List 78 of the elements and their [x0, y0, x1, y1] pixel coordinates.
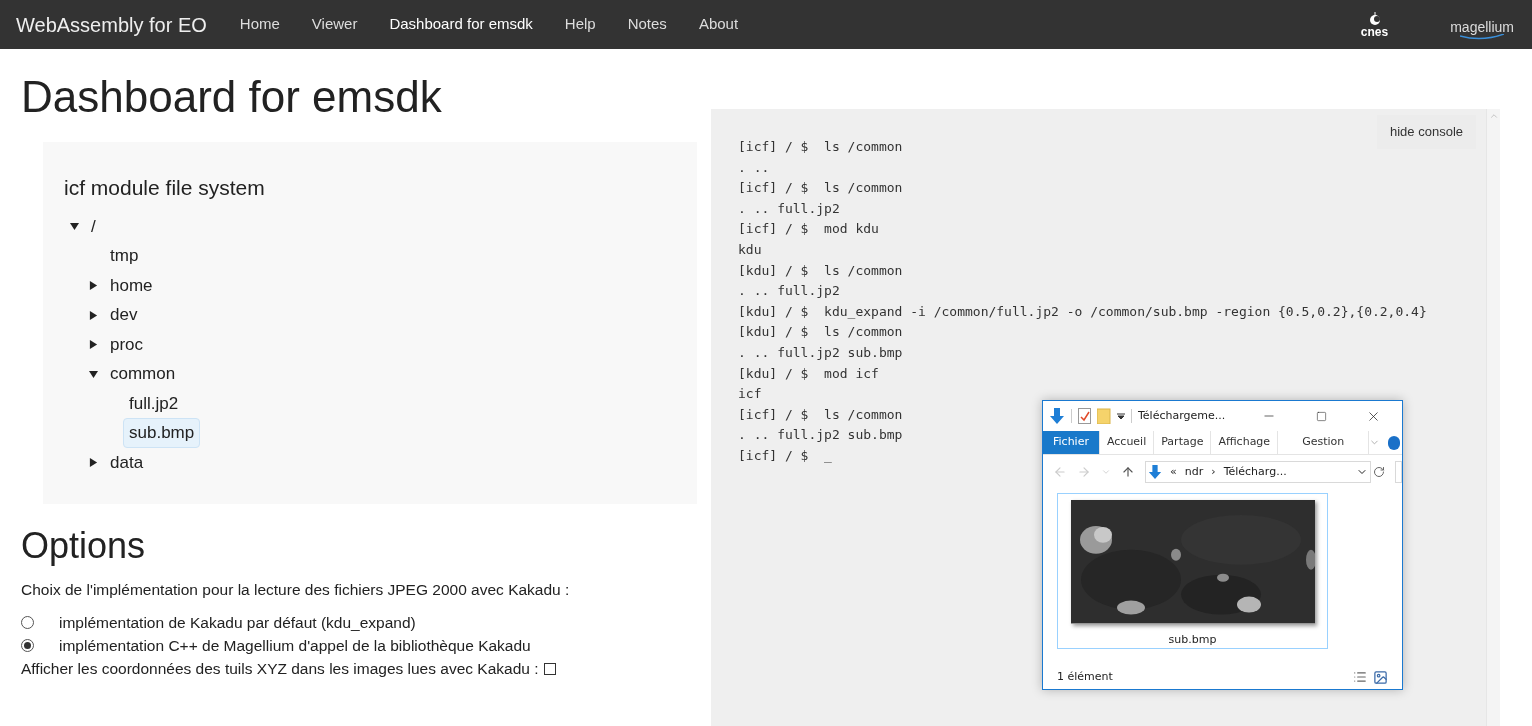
console-output: . .. full.jp2 [738, 282, 840, 301]
ribbon-tab[interactable]: Fichier [1043, 431, 1100, 454]
ribbon-tab[interactable]: Accueil [1099, 431, 1155, 454]
maximize-icon[interactable] [1315, 410, 1327, 422]
ribbon-tab[interactable]: Gestion [1278, 431, 1370, 454]
scrollbar[interactable] [1486, 109, 1500, 726]
ribbon-tab[interactable]: Affichage [1211, 431, 1279, 454]
checklist-icon[interactable] [1078, 408, 1091, 424]
dropdown-caret-icon[interactable] [1117, 412, 1125, 420]
collapsed-caret-icon[interactable] [89, 458, 98, 468]
tree-item[interactable]: home [104, 270, 159, 301]
console-line: [icf] / $ ls /common [738, 179, 903, 198]
expanded-caret-icon[interactable] [89, 369, 98, 379]
ribbon-tab[interactable]: Partage [1154, 431, 1212, 454]
tree-item[interactable]: common [104, 359, 182, 389]
help-icon[interactable] [1388, 435, 1400, 450]
status-text: 1 élément [1057, 668, 1113, 685]
expanded-caret-icon[interactable] [70, 222, 79, 232]
console-line: [icf] / $ ls /common [738, 138, 903, 156]
collapsed-caret-icon[interactable] [89, 340, 98, 350]
console-output: kdu [738, 240, 762, 259]
console-output: . .. full.jp2 sub.bmp [738, 426, 903, 445]
tree-item[interactable]: tmp [104, 241, 145, 271]
tree-item[interactable]: data [104, 447, 150, 478]
console-line: [kdu] / $ mod icf [738, 364, 879, 383]
thumbnail-view-icon[interactable] [1373, 669, 1388, 685]
tree-item[interactable]: dev [104, 300, 144, 330]
section-title: Options [21, 526, 147, 566]
radio-label[interactable]: implémentation de Kakadu par défaut (kdu_expand) [59, 611, 416, 635]
tree-item[interactable]: proc [104, 329, 150, 360]
breadcrumb-segment[interactable]: ndr [1184, 463, 1204, 481]
nav-link[interactable]: Dashboard for emsdk [373, 13, 549, 36]
panel-title: icf module file system [64, 175, 266, 202]
nav-link[interactable]: About [682, 13, 755, 36]
logo-text: magellium [1450, 19, 1514, 34]
breadcrumb-segment[interactable]: « [1170, 463, 1177, 481]
nav-link[interactable]: Viewer [295, 13, 374, 36]
radio-button[interactable] [21, 616, 34, 630]
window-title: Téléchargeme... [1138, 407, 1226, 424]
file-name: sub.bmp [1168, 631, 1217, 648]
nav-link[interactable]: Home [223, 13, 296, 36]
console-output: . .. [738, 158, 770, 177]
nav-link[interactable]: Help [548, 13, 612, 36]
collapsed-caret-icon[interactable] [89, 310, 98, 320]
console-line: [kdu] / $ ls /common [738, 261, 903, 280]
checkbox-label: Afficher les coordonnées des tuils XYZ dans les images lues avec Kakadu : [21, 659, 539, 680]
options-prompt: Choix de l'implémentation pour la lecture des fichiers JPEG 2000 avec Kakadu : [21, 580, 571, 600]
console-output: . .. full.jp2 [738, 199, 840, 218]
breadcrumb-segment[interactable]: › [1211, 463, 1216, 481]
console-line: [kdu] / $ ls /common [738, 323, 903, 342]
logo-icon [1368, 11, 1381, 26]
console-output: . .. full.jp2 sub.bmp [738, 343, 903, 362]
refresh-icon[interactable] [1373, 466, 1385, 478]
console-line: [icf] / $ ls /common [738, 405, 903, 424]
download-arrow-icon[interactable] [1049, 407, 1065, 425]
file-tile[interactable]: sub.bmp [1057, 493, 1328, 649]
logo-text: cnes [1360, 25, 1389, 38]
radio-label[interactable]: implémentation C++ de Magellium d'appel de la bibliothèque Kakadu [59, 634, 531, 658]
tree-item[interactable]: full.jp2 [123, 388, 185, 419]
search-field[interactable] [1395, 461, 1402, 483]
collapsed-caret-icon[interactable] [89, 281, 98, 291]
download-arrow-icon [1148, 464, 1162, 480]
up-arrow-icon[interactable] [1121, 465, 1135, 479]
nav-link[interactable]: Notes [611, 13, 683, 36]
console-output: icf [738, 385, 762, 404]
console-line: [icf] / $ mod kdu [738, 220, 879, 239]
swoosh-icon [1460, 33, 1505, 40]
brand[interactable]: WebAssembly for EO [16, 9, 207, 40]
breadcrumb-segment[interactable]: Télécharg... [1223, 463, 1287, 481]
page-title: Dashboard for emsdk [21, 73, 443, 122]
address-bar[interactable]: « ndr › Télécharg... [1145, 461, 1371, 483]
radio-button[interactable] [21, 639, 34, 653]
details-view-icon[interactable] [1353, 670, 1367, 684]
console-line: [kdu] / $ kdu_expand -i /common/full.jp2 -o /common/sub.bmp -region {0.5,0.2},{0.2,0.4} [738, 302, 1427, 321]
tree-item[interactable]: sub.bmp [123, 418, 201, 448]
checkbox[interactable] [543, 662, 556, 675]
tree-item[interactable]: / [85, 211, 102, 242]
console-line: [icf] / $ _ [738, 446, 832, 465]
